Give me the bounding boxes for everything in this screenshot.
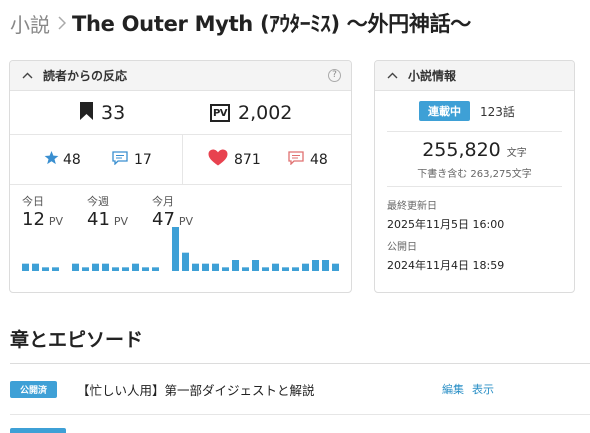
- pv-bar: [142, 267, 149, 271]
- status-row: 連載中 123話: [375, 91, 574, 131]
- bookmark-icon: [80, 102, 93, 124]
- episode-row: 公開済 【忙しい人用】第一部ダイジェストと解説 編集 表示: [10, 374, 590, 404]
- breadcrumb-root-link[interactable]: 小説: [10, 9, 50, 38]
- novel-info-card: 小説情報 連載中 123話 255,820 文字 下書き含む 263,275文字 …: [374, 60, 575, 293]
- totals-row: 33 PV 2,002: [10, 91, 351, 135]
- pv-bar: [202, 263, 209, 271]
- episode-actions: 編集 表示: [442, 381, 502, 397]
- pv-bar: [122, 267, 129, 271]
- review-count: 48: [310, 151, 328, 168]
- star-stat: 48: [44, 135, 81, 184]
- pv-bar: [252, 260, 259, 271]
- pv-bar: [192, 263, 199, 271]
- pv-bar: [152, 267, 159, 271]
- pv-bar: [232, 260, 239, 271]
- total-pv-count: 2,002: [238, 102, 293, 124]
- pv-bar: [22, 263, 29, 271]
- reader-reactions-title: 読者からの反応: [43, 69, 128, 83]
- pv-bar: [302, 263, 309, 271]
- novel-info-header[interactable]: 小説情報: [375, 61, 574, 91]
- pv-bar: [212, 263, 219, 271]
- like-stat: 871: [208, 135, 261, 184]
- pv-bar: [322, 260, 329, 271]
- pv-bar: [312, 260, 319, 271]
- review-stat: 48: [288, 135, 328, 184]
- view-link[interactable]: 表示: [472, 383, 494, 396]
- comment-icon: [112, 150, 128, 169]
- next-episode-status-badge: [10, 428, 66, 433]
- char-count-with-drafts: 下書き含む 263,275文字: [417, 169, 532, 180]
- star-count: 48: [63, 151, 81, 168]
- last-updated-value: 2025年11月5日 16:00: [387, 218, 505, 231]
- pv-bar: [82, 267, 89, 271]
- pv-summary: 今日 12 PV 今週 41 PV 今月 47 PV: [10, 185, 351, 292]
- novel-info-title: 小説情報: [408, 69, 457, 83]
- dates-block: 最終更新日 2025年11月5日 16:00 公開日 2024年11月4日 18…: [375, 187, 574, 273]
- pv-bar: [172, 227, 179, 271]
- bookmark-count: 33: [101, 102, 126, 124]
- pv-bar: [292, 267, 299, 271]
- reader-reactions-header[interactable]: 読者からの反応 ?: [10, 61, 351, 91]
- daily-pv-bar-chart: [22, 227, 339, 271]
- pv-bar: [262, 267, 269, 271]
- pv-bar: [92, 263, 99, 271]
- pv-icon: PV: [210, 104, 230, 122]
- section-divider: [10, 363, 590, 364]
- pv-today-label: 今日: [22, 195, 44, 208]
- episode-title-link[interactable]: 【忙しい人用】第一部ダイジェストと解説: [77, 380, 315, 399]
- pv-bar: [182, 252, 189, 271]
- status-badge: 連載中: [419, 101, 470, 121]
- reactions-row: 48 17 871 48: [10, 135, 351, 185]
- reactions-divider: [182, 135, 183, 184]
- last-updated-label: 最終更新日: [387, 201, 437, 212]
- comment-count: 17: [134, 151, 152, 168]
- star-icon: [44, 150, 59, 169]
- chevron-up-icon: [22, 72, 33, 79]
- reader-reactions-card: 読者からの反応 ? 33 PV 2,002 48 17 871 48 今日 12…: [9, 60, 352, 293]
- published-status-badge: 公開済: [10, 380, 58, 398]
- chevron-up-icon: [387, 72, 398, 79]
- char-count: 255,820: [422, 139, 501, 161]
- pv-bar: [132, 263, 139, 271]
- like-count: 871: [234, 151, 261, 168]
- pv-bar: [282, 267, 289, 271]
- page-title: The Outer Myth (ｱｳﾀｰﾐｽ) 〜外円神話〜: [72, 12, 471, 36]
- pv-bar: [72, 263, 79, 271]
- breadcrumb: 小説 The Outer Myth (ｱｳﾀｰﾐｽ) 〜外円神話〜: [10, 8, 471, 38]
- heart-icon: [208, 149, 228, 170]
- pv-week-label: 今週: [87, 195, 109, 208]
- episode-count: 123話: [480, 104, 515, 119]
- comment-stat: 17: [112, 135, 152, 184]
- char-count-block: 255,820 文字 下書き含む 263,275文字: [387, 131, 562, 187]
- pv-bar: [112, 267, 119, 271]
- edit-link[interactable]: 編集: [442, 383, 464, 396]
- review-icon: [288, 150, 304, 169]
- chapters-heading: 章とエピソード: [10, 329, 144, 351]
- pv-bar: [32, 263, 39, 271]
- pv-bar: [42, 267, 49, 271]
- help-icon[interactable]: ?: [328, 69, 341, 82]
- char-count-unit: 文字: [506, 148, 527, 159]
- pv-bar: [222, 267, 229, 271]
- published-label: 公開日: [387, 242, 417, 253]
- total-pv-stat: PV 2,002: [210, 91, 292, 135]
- pv-bar: [102, 263, 109, 271]
- pv-bar: [52, 267, 59, 271]
- pv-bar: [272, 263, 279, 271]
- pv-bar: [332, 263, 339, 271]
- chevron-right-icon: [58, 16, 66, 30]
- episode-divider: [10, 414, 590, 415]
- pv-bar: [242, 267, 249, 271]
- published-value: 2024年11月4日 18:59: [387, 259, 505, 272]
- pv-month-label: 今月: [152, 195, 174, 208]
- bookmark-stat: 33: [80, 91, 125, 135]
